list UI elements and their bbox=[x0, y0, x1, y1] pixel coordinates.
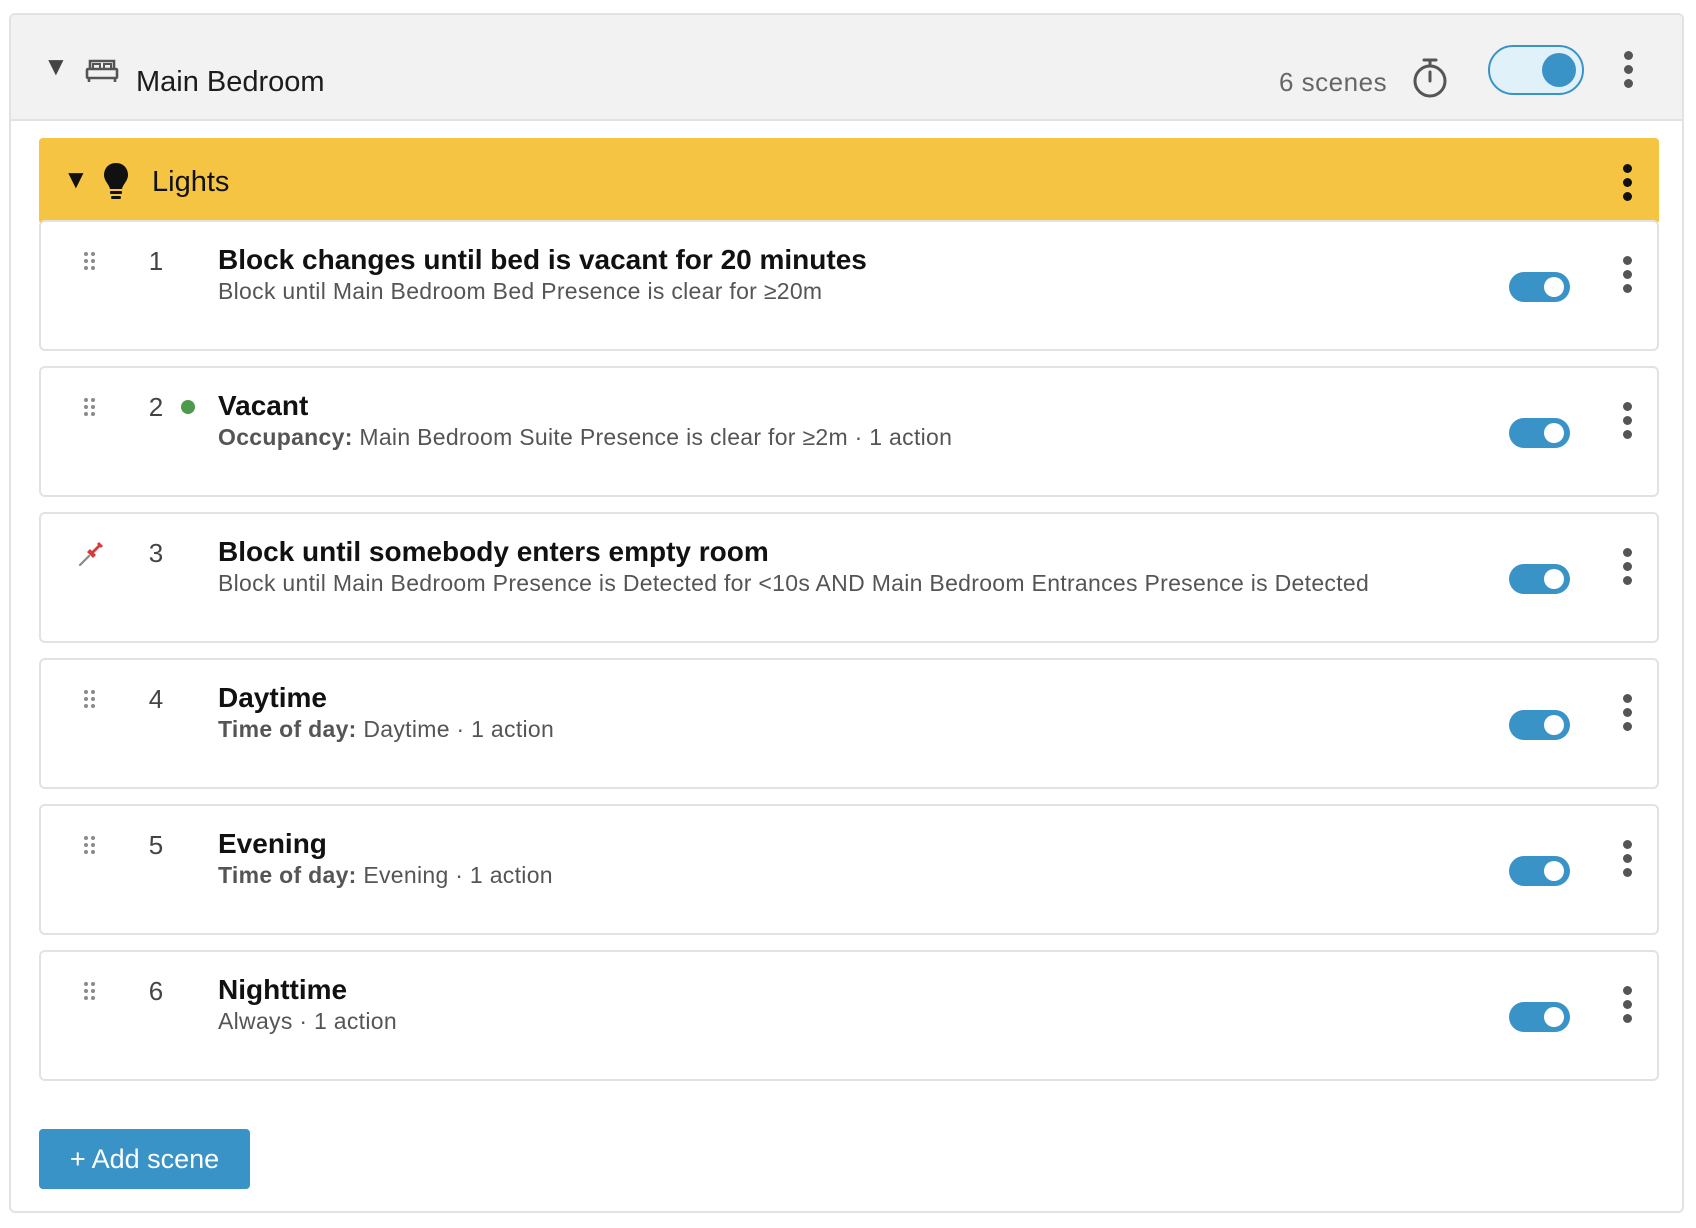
scene-enabled-toggle[interactable] bbox=[1509, 710, 1570, 740]
scene-card[interactable]: 1 Block changes until bed is vacant for … bbox=[39, 220, 1659, 351]
scene-subtitle: Always · 1 action bbox=[218, 1006, 397, 1036]
scene-subtitle-text: Evening · 1 action bbox=[363, 862, 553, 888]
bed-icon bbox=[85, 57, 119, 88]
scene-more-icon[interactable] bbox=[1617, 256, 1637, 298]
scene-number: 4 bbox=[148, 684, 164, 714]
toggle-knob bbox=[1544, 569, 1564, 589]
scene-more-icon[interactable] bbox=[1617, 402, 1637, 444]
scene-more-icon[interactable] bbox=[1617, 986, 1637, 1028]
scene-card[interactable]: 2 Vacant Occupancy: Main Bedroom Suite P… bbox=[39, 366, 1659, 497]
scene-card[interactable]: 5 Evening Time of day: Evening · 1 actio… bbox=[39, 804, 1659, 935]
scene-subtitle-text: Main Bedroom Suite Presence is clear for… bbox=[359, 424, 953, 450]
scene-number: 1 bbox=[148, 246, 164, 276]
drag-handle-icon[interactable] bbox=[84, 398, 100, 420]
scene-enabled-toggle[interactable] bbox=[1509, 272, 1570, 302]
scene-subtitle: Time of day: Evening · 1 action bbox=[218, 860, 553, 890]
group-title: Lights bbox=[152, 166, 230, 198]
scene-subtitle: Block until Main Bedroom Presence is Det… bbox=[218, 568, 1369, 598]
room-more-icon[interactable] bbox=[1618, 51, 1638, 93]
toggle-knob bbox=[1544, 1007, 1564, 1027]
scene-subtitle: Block until Main Bedroom Bed Presence is… bbox=[218, 276, 822, 306]
toggle-knob bbox=[1544, 861, 1564, 881]
scene-number: 5 bbox=[148, 830, 164, 860]
scene-title: Block until somebody enters empty room bbox=[218, 536, 769, 567]
group-more-icon[interactable] bbox=[1617, 164, 1637, 206]
scene-card[interactable]: 3 Block until somebody enters empty room… bbox=[39, 512, 1659, 643]
timer-icon[interactable] bbox=[1411, 57, 1449, 104]
room-header[interactable]: ▼ Main Bedroom 6 scenes bbox=[11, 15, 1682, 121]
toggle-knob bbox=[1544, 277, 1564, 297]
toggle-knob bbox=[1542, 53, 1576, 87]
scene-subtitle-text: Always · 1 action bbox=[218, 1008, 397, 1034]
collapse-caret-icon[interactable]: ▼ bbox=[63, 166, 89, 192]
scene-more-icon[interactable] bbox=[1617, 840, 1637, 882]
drag-handle-icon[interactable] bbox=[84, 252, 100, 274]
scene-number: 3 bbox=[148, 538, 164, 568]
scene-title: Evening bbox=[218, 828, 327, 859]
collapse-caret-icon[interactable]: ▼ bbox=[43, 53, 69, 79]
scene-subtitle-label: Time of day: bbox=[218, 862, 357, 888]
scene-subtitle: Time of day: Daytime · 1 action bbox=[218, 714, 554, 744]
scene-more-icon[interactable] bbox=[1617, 694, 1637, 736]
scene-title: Vacant bbox=[218, 390, 309, 421]
room-panel: ▼ Main Bedroom 6 scenes ▼ Lights 1 Block… bbox=[9, 13, 1684, 1213]
active-status-dot bbox=[181, 400, 195, 414]
scene-subtitle-text: Daytime · 1 action bbox=[363, 716, 555, 742]
drag-handle-icon[interactable] bbox=[84, 836, 100, 858]
lightbulb-icon bbox=[102, 161, 130, 206]
scene-number: 2 bbox=[148, 392, 164, 422]
scene-subtitle-text: Block until Main Bedroom Bed Presence is… bbox=[218, 278, 823, 304]
scene-enabled-toggle[interactable] bbox=[1509, 1002, 1570, 1032]
scene-subtitle-label: Time of day: bbox=[218, 716, 357, 742]
scene-subtitle-text: Block until Main Bedroom Presence is Det… bbox=[218, 570, 1370, 596]
scene-more-icon[interactable] bbox=[1617, 548, 1637, 590]
drag-handle-icon[interactable] bbox=[84, 982, 100, 1004]
scene-enabled-toggle[interactable] bbox=[1509, 564, 1570, 594]
drag-handle-icon[interactable] bbox=[84, 690, 100, 712]
scene-number: 6 bbox=[148, 976, 164, 1006]
scene-card[interactable]: 6 Nighttime Always · 1 action bbox=[39, 950, 1659, 1081]
toggle-knob bbox=[1544, 715, 1564, 735]
add-scene-button[interactable]: + Add scene bbox=[39, 1129, 250, 1189]
scene-enabled-toggle[interactable] bbox=[1509, 856, 1570, 886]
scene-count: 6 scenes bbox=[1279, 67, 1388, 97]
room-title: Main Bedroom bbox=[136, 66, 325, 98]
toggle-knob bbox=[1544, 423, 1564, 443]
scene-card[interactable]: 4 Daytime Time of day: Daytime · 1 actio… bbox=[39, 658, 1659, 789]
scene-subtitle: Occupancy: Main Bedroom Suite Presence i… bbox=[218, 422, 952, 452]
scene-enabled-toggle[interactable] bbox=[1509, 418, 1570, 448]
group-header-lights[interactable]: ▼ Lights bbox=[39, 138, 1659, 224]
room-enabled-toggle[interactable] bbox=[1488, 45, 1584, 95]
pushpin-icon bbox=[77, 538, 107, 573]
scene-title: Nighttime bbox=[218, 974, 348, 1005]
scene-title: Daytime bbox=[218, 682, 327, 713]
scene-title: Block changes until bed is vacant for 20… bbox=[218, 244, 867, 275]
scene-subtitle-label: Occupancy: bbox=[218, 424, 353, 450]
